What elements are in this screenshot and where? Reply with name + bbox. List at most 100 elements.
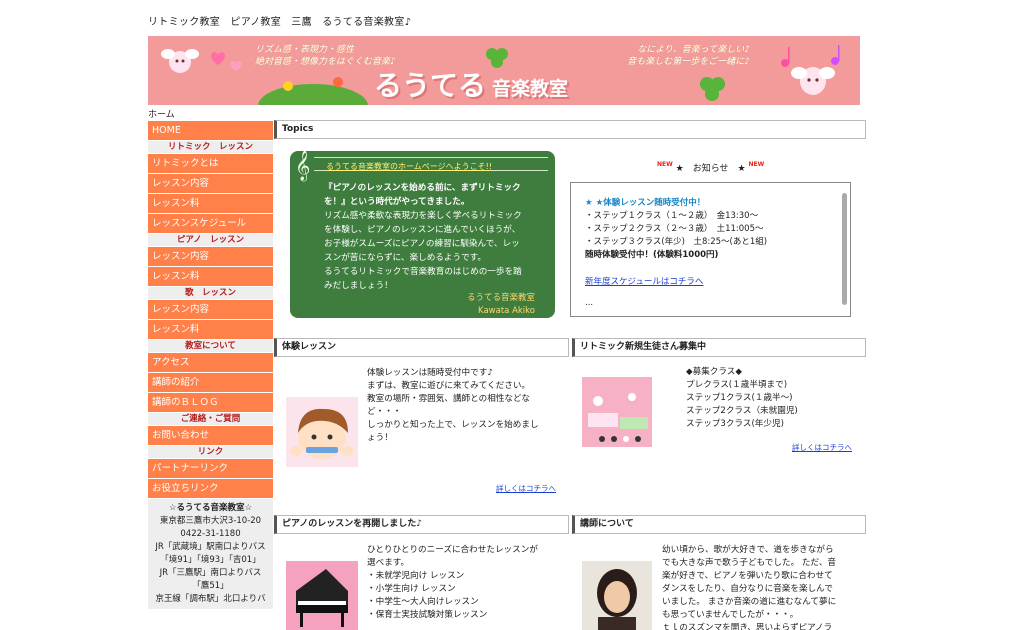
- welcome-line: スンが苦にならずに、楽しめるようです。: [324, 253, 486, 263]
- teacher-line: 幼い頃から、歌が大好きで、道を歩きながら: [662, 545, 834, 555]
- news-fee: 随時体験受付中！(体験料1000円): [585, 250, 719, 260]
- breadcrumb[interactable]: ホーム: [148, 107, 175, 120]
- welcome-lead: 『ピアノのレッスンを始める前に、まずリトミック: [324, 183, 521, 193]
- nav-home[interactable]: HOME: [148, 121, 273, 141]
- nav-section-piano: ピアノ レッスン: [148, 234, 273, 247]
- teacher-text: 幼い頃から、歌が大好きで、道を歩きながら でも大きな声で歌う子どもでした。 ただ…: [662, 544, 858, 630]
- rhythmic-new-line: ステップ2クラス（未就園児): [686, 406, 798, 416]
- welcome-signature: るうてる音楽教室 Kawata Akiko: [467, 292, 535, 318]
- trial-line: ど・・・: [367, 407, 402, 417]
- address-line: JR「三鷹駅」南口よりバス: [159, 568, 262, 578]
- girl-harmonica-image: [286, 397, 358, 467]
- nav-contact[interactable]: お問い合わせ: [148, 426, 273, 446]
- piano-restart-text: ひとりひとりのニーズに合わせたレッスンが 選べます。 ・未就学児向け レッスン …: [367, 544, 562, 622]
- teacher-line: 楽が好きで、ピアノを弾いたり歌に合わせて: [662, 571, 833, 581]
- grand-piano-image: [286, 561, 358, 630]
- welcome-line: リズム感や柔軟な表現力を楽しく学べるリトミック: [324, 211, 522, 221]
- piano-line: ・小学生向け レッスン: [367, 584, 456, 594]
- nav-rhythmic-content[interactable]: レッスン内容: [148, 174, 273, 194]
- angel-left-icon: [161, 49, 199, 73]
- welcome-line: みだしましょう！: [324, 281, 393, 291]
- piano-line: ・保育士実技試験対策レッスン: [367, 610, 488, 620]
- teacher-photo-image: [582, 561, 652, 630]
- news-line: ・ステップ１クラス（１～２歳） 金13:30～: [585, 211, 759, 221]
- trial-header: 体験レッスン: [274, 338, 569, 357]
- topics-header: Topics: [274, 120, 866, 139]
- address-line: JR「武蔵境」駅南口よりバス: [155, 542, 266, 552]
- nav-piano-content[interactable]: レッスン内容: [148, 247, 273, 267]
- banner-logo: るうてる 音楽教室: [374, 64, 568, 104]
- welcome-board: 𝄞 るうてる音楽教室のホームページへようこそ!! 『ピアノのレッスンを始める前に…: [290, 151, 555, 318]
- logo-main: るうてる: [374, 69, 487, 102]
- teacher-line: いました。 まさか音楽の道に進むなんて夢に: [662, 597, 837, 607]
- tagline-right-line: なにより、音楽って楽しい♪: [637, 45, 750, 55]
- new-badge: NEW: [748, 161, 765, 168]
- welcome-line: るうてるリトミックで音楽教育のはじめの一歩を踏: [324, 267, 522, 277]
- nav-section-about: 教室について: [148, 340, 273, 353]
- clover-right-icon: [700, 77, 725, 101]
- piano-line: ・中学生～大人向けレッスン: [367, 597, 479, 607]
- address-block: ☆るうてる音楽教室☆ 東京都三鷹市大沢3-10-20 0422-31-1180 …: [148, 499, 273, 609]
- hill-icon: [258, 77, 368, 105]
- teacher-line: でも大きな声で歌う子どもでした。 ただ、音: [662, 558, 837, 568]
- nav-section-links: リンク: [148, 446, 273, 459]
- trial-more-link[interactable]: 詳しくはコチラへ: [496, 483, 556, 494]
- nav-useful-links[interactable]: お役立ちリンク: [148, 479, 273, 499]
- rhythmic-illustration-image: [582, 377, 652, 447]
- site-title: リトミック教室 ピアノ教室 三鷹 るうてる音楽教室♪: [148, 17, 412, 28]
- news-ellipsis: ...: [585, 298, 594, 308]
- welcome-lead: を！』という時代がやってきました。: [324, 197, 470, 207]
- rhythmic-new-text: ◆募集クラス◆ プレクラス(１歳半頃まで) ステップ1クラス(１歳半～) ステッ…: [686, 366, 856, 431]
- trial-text: 体験レッスンは随時受付中です♪ まずは、教室に遊びに来てみてください。 教室の場…: [367, 367, 557, 445]
- address-line: 東京都三鷹市大沢3-10-20: [159, 516, 262, 526]
- welcome-line: お子様がスムーズにピアノの練習に馴染んで、レッ: [324, 239, 520, 249]
- rhythmic-more-link[interactable]: 詳しくはコチラへ: [792, 442, 852, 453]
- nav-song-content[interactable]: レッスン内容: [148, 300, 273, 320]
- trial-line: しっかりと知った上で、レッスンを始めまし: [367, 420, 539, 430]
- teacher-header: 講師について: [572, 515, 866, 534]
- nav-section-rhythmic: リトミック レッスン: [148, 141, 273, 154]
- nav-rhythmic-about[interactable]: リトミックとは: [148, 154, 273, 174]
- welcome-body: 『ピアノのレッスンを始める前に、まずリトミック を！』という時代がやってきました…: [324, 181, 539, 293]
- nav-teacher-blog[interactable]: 講師のＢＬＯＧ: [148, 393, 273, 413]
- teacher-line: ダンスをしたり、自分なりに音楽を楽しんで: [662, 584, 833, 594]
- nav-rhythmic-schedule[interactable]: レッスンスケジュール: [148, 214, 273, 234]
- rhythmic-new-line: ステップ3クラス(年少児): [686, 419, 784, 429]
- nav-teacher-intro[interactable]: 講師の紹介: [148, 373, 273, 393]
- trial-line: 教室の場所・雰囲気、講師との相性などな: [367, 394, 531, 404]
- schedule-link[interactable]: 新年度スケジュールはコチラへ: [585, 276, 703, 289]
- piano-line: ・未就学児向け レッスン: [367, 571, 465, 581]
- signature-name: るうてる音楽教室: [466, 293, 535, 303]
- phone-number: 0422-31-1180: [180, 529, 241, 539]
- signature-name-roman: Kawata Akiko: [478, 306, 535, 316]
- nav-section-song: 歌 レッスン: [148, 287, 273, 300]
- tagline-left-line: リズム感・表現力・感性: [255, 45, 355, 55]
- news-title: ★ ★体験レッスン随時受付中！: [585, 198, 706, 208]
- piano-line: ひとりひとりのニーズに合わせたレッスンが: [367, 545, 538, 555]
- rhythmic-new-line: ステップ1クラス(１歳半～): [686, 393, 793, 403]
- address-name: ☆るうてる音楽教室☆: [168, 503, 253, 513]
- welcome-title: るうてる音楽教室のホームページへようこそ!!: [326, 162, 493, 171]
- nav-partner-links[interactable]: パートナーリンク: [148, 459, 273, 479]
- piano-line: 選べます。: [367, 558, 410, 568]
- teacher-line: ｔｌのスズンマを開き、思いよらずピアノラ: [662, 623, 833, 630]
- news-scrollbar[interactable]: [842, 193, 847, 305]
- address-line: 「鷹51」: [192, 581, 229, 591]
- banner-tagline-right: なにより、音楽って楽しい♪ 音も楽しむ第一歩をご一緒に♪: [627, 44, 750, 68]
- piano-restart-header: ピアノのレッスンを再開しました♪: [274, 515, 569, 534]
- news-line: ・ステップ２クラス（２～３歳） 土11:005～: [585, 224, 764, 234]
- news-box[interactable]: ★ ★体験レッスン随時受付中！ ・ステップ１クラス（１～２歳） 金13:30～ …: [570, 182, 851, 317]
- address-line: 京王線「調布駅」北口よりバ: [155, 594, 266, 604]
- rhythmic-new-header: リトミック新規生徒さん募集中: [572, 338, 866, 357]
- logo-sub: 音楽教室: [492, 78, 569, 100]
- news-heading-text: ★ お知らせ ★: [675, 164, 746, 174]
- nav-song-fee[interactable]: レッスン料: [148, 320, 273, 340]
- rhythmic-new-line: プレクラス(１歳半頃まで): [686, 380, 788, 390]
- header-banner[interactable]: リズム感・表現力・感性 絶対音感・想像力をはぐくむ音楽♪ るうてる 音楽教室 なに…: [148, 36, 860, 105]
- teacher-line: も思っていませんでしたが・・・。: [662, 610, 799, 620]
- hearts-icon: [211, 52, 242, 71]
- trial-line: まずは、教室に遊びに来てみてください。: [367, 381, 531, 391]
- nav-piano-fee[interactable]: レッスン料: [148, 267, 273, 287]
- nav-rhythmic-fee[interactable]: レッスン料: [148, 194, 273, 214]
- nav-access[interactable]: アクセス: [148, 353, 273, 373]
